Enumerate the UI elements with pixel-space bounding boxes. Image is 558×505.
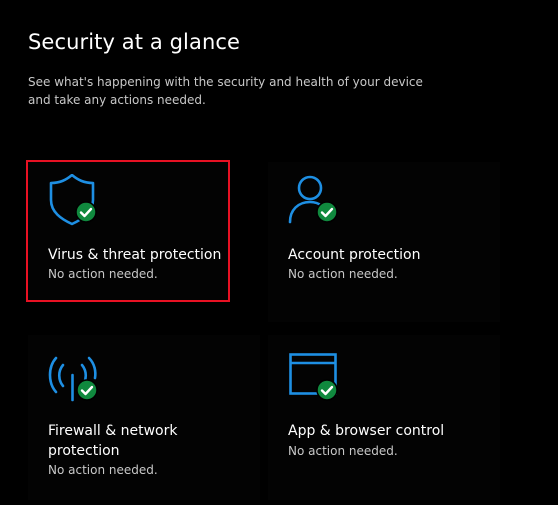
person-icon	[288, 174, 340, 226]
tile-title: App & browser control	[288, 423, 445, 439]
page-subtitle: See what's happening with the security a…	[28, 75, 423, 107]
page-title: Security at a glance	[28, 30, 241, 54]
checkmark-badge-icon	[316, 201, 338, 223]
tile-title: Firewall & network protection	[48, 423, 178, 459]
checkmark-badge-icon	[316, 379, 338, 401]
tile-app-browser-control[interactable]: App & browser control No action needed.	[268, 335, 500, 500]
tile-title: Account protection	[288, 247, 421, 263]
tile-virus-threat-protection[interactable]: Virus & threat protection No action need…	[26, 160, 230, 302]
tile-title: Virus & threat protection	[48, 247, 222, 263]
checkmark-badge-icon	[76, 379, 98, 401]
app-window-icon	[288, 352, 340, 404]
shield-icon	[48, 174, 100, 226]
tile-account-protection[interactable]: Account protection No action needed.	[268, 162, 500, 322]
tile-firewall-network-protection[interactable]: Firewall & network protection No action …	[28, 335, 260, 500]
checkmark-badge-icon	[75, 201, 97, 223]
security-overview-page: Security at a glance See what's happenin…	[0, 0, 558, 505]
wifi-antenna-icon	[48, 352, 100, 404]
tile-status: No action needed.	[288, 444, 398, 458]
tile-status: No action needed.	[48, 463, 158, 477]
tile-status: No action needed.	[288, 267, 398, 281]
tile-status: No action needed.	[48, 267, 158, 281]
